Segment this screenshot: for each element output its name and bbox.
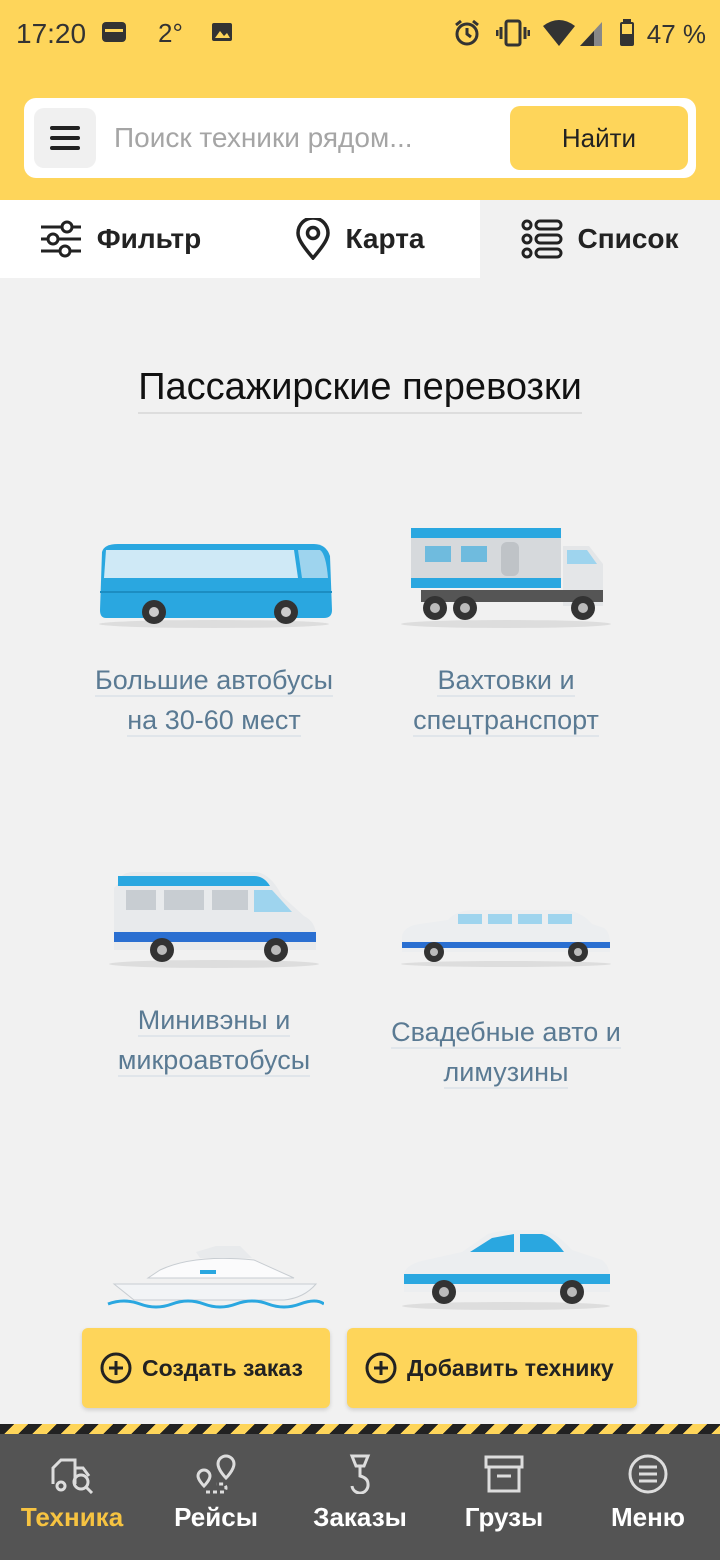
nav-menu-label: Меню: [610, 1502, 686, 1532]
category-label-line2: спецтранспорт: [413, 705, 599, 737]
nav-equipment-label: Техника: [20, 1502, 124, 1532]
tab-filter[interactable]: Фильтр: [0, 200, 240, 278]
vibrate-icon: [496, 19, 530, 47]
alarm-icon: [455, 19, 479, 46]
status-bar: 17:20 2° 47 %: [0, 0, 720, 70]
create-order-button[interactable]: Создать заказ: [82, 1328, 330, 1408]
view-tabs: Фильтр Карта Список: [0, 200, 720, 278]
nav-orders[interactable]: Заказы: [288, 1434, 432, 1560]
wallet-icon: [102, 22, 126, 42]
status-time: 17:20: [16, 18, 87, 49]
hazard-stripe-divider: [0, 1424, 720, 1434]
hamburger-icon-line: [50, 136, 80, 140]
category-label-line2: микроавтобусы: [117, 1045, 311, 1077]
header: Найти: [0, 70, 720, 200]
minibus-icon: [109, 872, 319, 968]
tab-filter-label: Фильтр: [96, 223, 202, 254]
category-shift-vehicles[interactable]: Вахтовки и спецтранспорт: [356, 520, 656, 740]
plus-circle-icon: [100, 1352, 132, 1384]
category-wedding-limos[interactable]: Свадебные авто и лимузины: [356, 900, 656, 1092]
category-cars[interactable]: [356, 1222, 656, 1312]
category-label-line2: лимузины: [443, 1057, 569, 1089]
map-pin-icon: [296, 218, 331, 260]
add-equipment-label: Добавить технику: [407, 1354, 614, 1381]
bus-icon: [99, 544, 332, 628]
category-minivans-label: Минивэны и микроавтобусы: [117, 1000, 311, 1080]
category-wedding-limos-label: Свадебные авто и лимузины: [391, 1012, 621, 1092]
shift-truck-icon: [401, 528, 611, 628]
category-big-buses[interactable]: Большие автобусы на 30-60 мест: [64, 530, 364, 740]
sedan-car-icon: [402, 1230, 610, 1310]
plus-circle-icon: [365, 1352, 397, 1384]
status-battery: 47 %: [646, 19, 706, 49]
tab-list-label: Список: [577, 223, 679, 254]
yacht-icon: [107, 1246, 324, 1309]
wifi-icon: [543, 20, 575, 47]
limousine-icon: [401, 910, 611, 967]
create-order-label: Создать заказ: [142, 1354, 303, 1381]
category-big-buses-label: Большие автобусы на 30-60 мест: [94, 660, 334, 740]
sliders-icon: [40, 220, 81, 258]
find-button[interactable]: Найти: [510, 106, 688, 170]
nav-trips-label: Рейсы: [174, 1502, 258, 1532]
category-label-line2: на 30-60 мест: [127, 705, 301, 737]
section-title: Пассажирские перевозки: [0, 366, 720, 414]
hamburger-icon-line: [50, 146, 80, 150]
bottom-navigation: Техника Рейсы Заказы Грузы Меню: [0, 1434, 720, 1560]
search-bar: Найти: [24, 98, 696, 178]
nav-cargo[interactable]: Грузы: [432, 1434, 576, 1560]
category-label-line1: Минивэны и: [137, 1005, 291, 1037]
search-input[interactable]: [114, 116, 514, 160]
category-shift-vehicles-label: Вахтовки и спецтранспорт: [413, 660, 599, 740]
section-title-text: Пассажирские перевозки: [138, 366, 582, 414]
list-icon: [521, 219, 563, 259]
cargo-box-icon: [484, 1455, 524, 1493]
category-label-line1: Свадебные авто и: [391, 1017, 621, 1049]
nav-menu[interactable]: Меню: [576, 1434, 720, 1560]
add-equipment-button[interactable]: Добавить технику: [347, 1328, 637, 1408]
hamburger-menu-button[interactable]: [34, 108, 96, 168]
tab-map-label: Карта: [345, 223, 425, 254]
signal-icon: [580, 22, 602, 46]
category-label-line1: Вахтовки и: [437, 665, 575, 697]
route-icon: [196, 1454, 236, 1494]
image-icon: [212, 23, 232, 41]
nav-trips[interactable]: Рейсы: [144, 1434, 288, 1560]
tab-map[interactable]: Карта: [240, 200, 480, 278]
category-minivans[interactable]: Минивэны и микроавтобусы: [64, 866, 364, 1080]
status-temperature: 2°: [158, 18, 183, 48]
nav-cargo-label: Грузы: [464, 1502, 544, 1532]
hamburger-icon: [50, 126, 80, 130]
nav-orders-label: Заказы: [313, 1502, 407, 1532]
nav-equipment[interactable]: Техника: [0, 1434, 144, 1560]
tab-list[interactable]: Список: [480, 200, 720, 278]
crane-hook-icon: [349, 1454, 371, 1494]
truck-search-icon: [51, 1458, 94, 1494]
category-yachts[interactable]: [64, 1240, 364, 1312]
menu-circle-icon: [628, 1454, 668, 1494]
category-label-line1: Большие автобусы: [94, 665, 334, 697]
battery-icon: [620, 19, 634, 46]
